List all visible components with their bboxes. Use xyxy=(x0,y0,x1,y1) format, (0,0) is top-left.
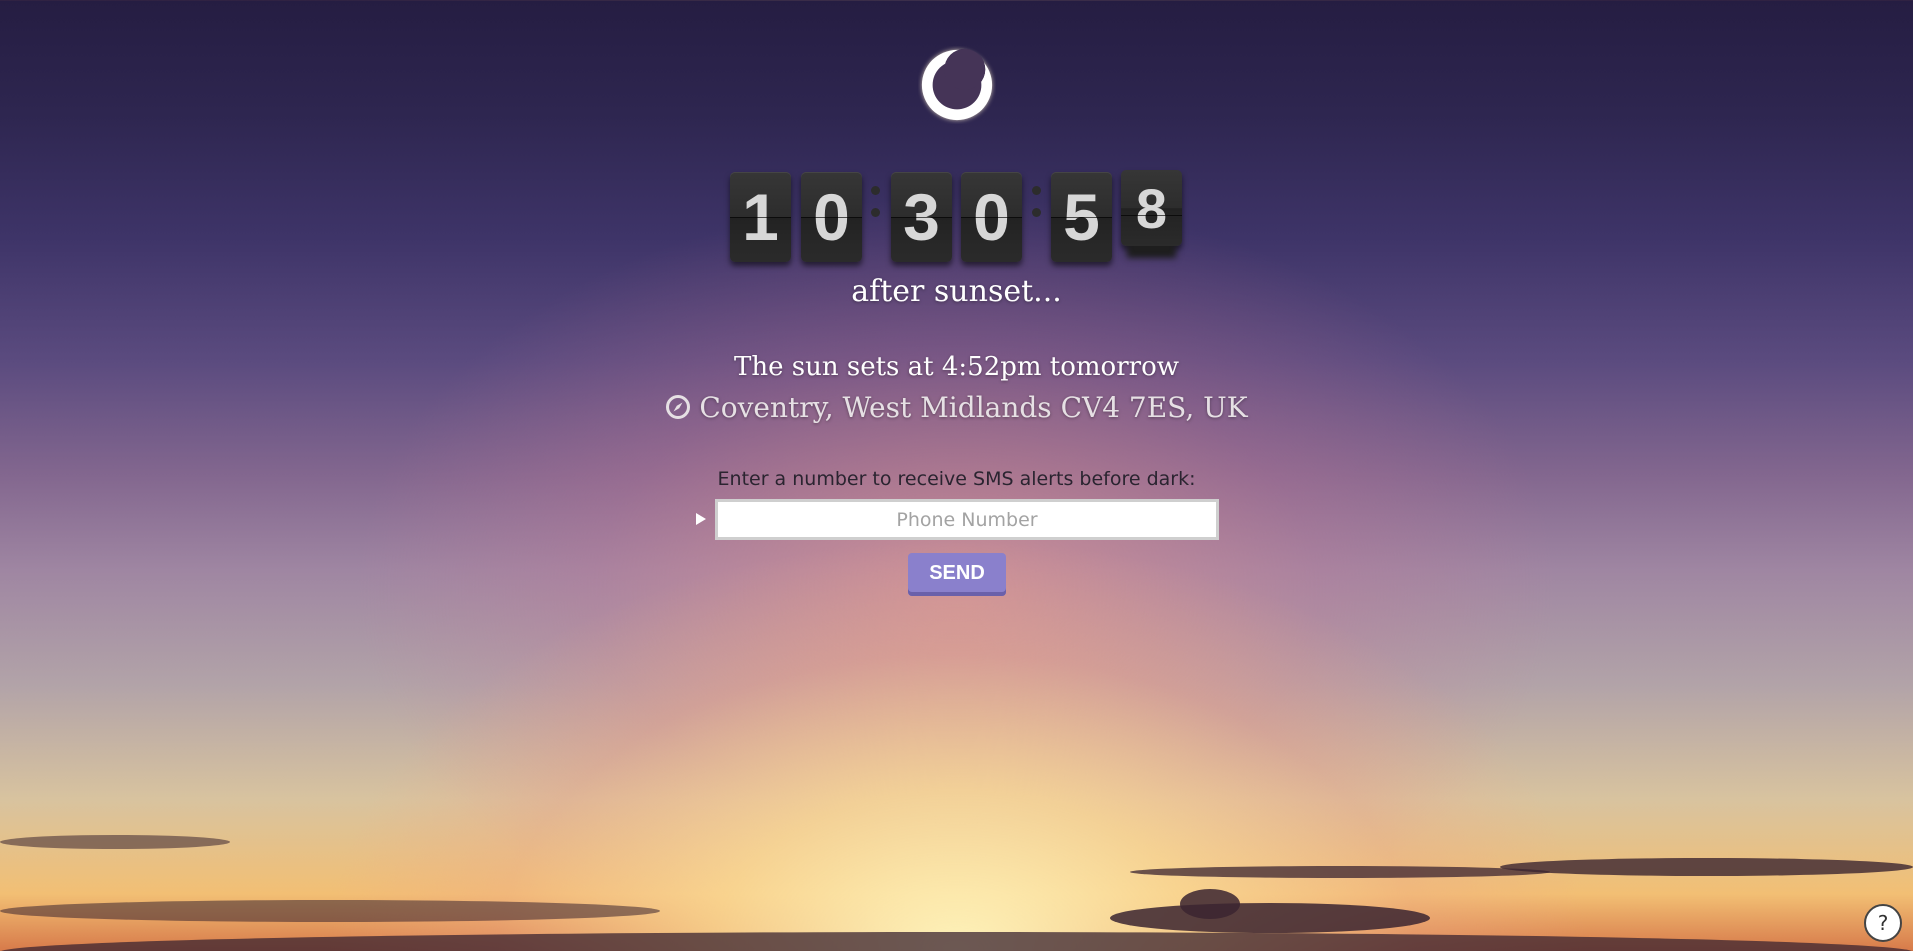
clock-digit: 0 xyxy=(801,172,862,262)
clock-digit: 3 xyxy=(891,172,952,262)
horizon-cloud xyxy=(1500,858,1913,876)
horizon-cloud xyxy=(0,932,1913,951)
compass-icon xyxy=(666,395,691,419)
location-text: Coventry, West Midlands CV4 7ES, UK xyxy=(699,391,1248,424)
clock-separator xyxy=(870,186,880,222)
horizon-cloud xyxy=(0,900,660,922)
phone-number-input[interactable] xyxy=(715,499,1219,540)
countdown-clock: 1 0 3 0 5 8 xyxy=(730,170,1185,264)
sms-label: Enter a number to receive SMS alerts bef… xyxy=(717,468,1196,490)
clock-digit: 8 xyxy=(1121,170,1182,246)
crescent-moon-icon xyxy=(921,48,993,121)
play-arrow-icon xyxy=(696,513,706,525)
sunset-time-text: The sun sets at 4:52pm tomorrow xyxy=(734,352,1179,382)
horizon-cloud xyxy=(1180,889,1240,919)
status-text: after sunset... xyxy=(851,274,1062,309)
location: Coventry, West Midlands CV4 7ES, UK xyxy=(0,391,1913,424)
clock-digit: 0 xyxy=(961,172,1022,262)
clock-digit: 1 xyxy=(730,172,791,262)
help-button[interactable]: ? xyxy=(1864,904,1902,942)
horizon-cloud xyxy=(0,835,230,849)
horizon-cloud xyxy=(1130,866,1550,878)
send-button[interactable]: SEND xyxy=(908,553,1006,596)
horizon-cloud xyxy=(1110,903,1430,933)
clock-separator xyxy=(1031,186,1041,222)
clock-digit: 5 xyxy=(1051,172,1112,262)
